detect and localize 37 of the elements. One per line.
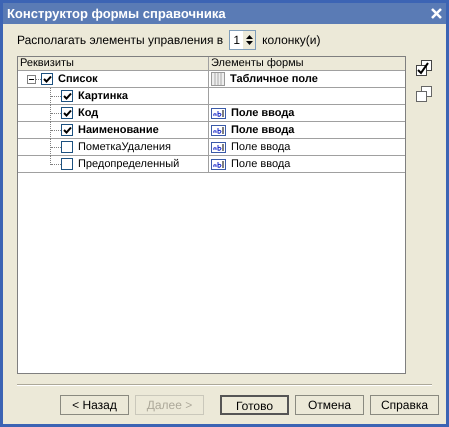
text-field-icon <box>211 108 226 118</box>
text-field-icon <box>211 124 226 136</box>
tree-item-label[interactable]: Наименование <box>78 122 159 138</box>
form-element-label: Поле ввода <box>231 122 294 138</box>
tree-item-label[interactable]: Картинка <box>78 88 128 104</box>
tree-item-label[interactable]: Список <box>58 70 98 88</box>
window-title: Конструктор формы справочника <box>7 4 226 23</box>
collapse-icon[interactable] <box>27 74 36 84</box>
column-count-spinner[interactable]: 1 <box>229 30 256 50</box>
checkbox[interactable] <box>61 124 73 136</box>
column-header[interactable]: Элементы формы <box>209 57 405 70</box>
form-element-label: Поле ввода <box>231 140 290 155</box>
checkbox[interactable] <box>41 73 53 85</box>
column-header[interactable]: Реквизиты <box>18 57 209 70</box>
dialog-button[interactable]: Отмена <box>295 395 364 415</box>
tree-item-label[interactable]: Код <box>78 104 98 122</box>
form-element-label: Поле ввода <box>231 106 294 121</box>
text-field-icon <box>211 142 226 152</box>
form-element-label: Поле ввода <box>231 156 290 172</box>
tree-item-label[interactable]: Предопределенный <box>78 156 180 172</box>
dialog-button[interactable]: Справка <box>370 395 439 415</box>
dialog-button[interactable]: Готово <box>220 395 289 415</box>
text-field-icon <box>211 158 226 170</box>
check-all-icon[interactable] <box>416 60 432 76</box>
close-icon[interactable] <box>431 8 442 19</box>
uncheck-all-icon[interactable] <box>416 86 432 102</box>
columns-label: Располагать элементы управления в <box>17 32 224 49</box>
checkbox[interactable] <box>61 107 73 119</box>
form-element-label: Табличное поле <box>230 72 318 87</box>
up-arrow-icon[interactable] <box>246 35 253 39</box>
down-arrow-icon[interactable] <box>246 41 253 45</box>
columns-suffix: колонку(и) <box>262 32 320 49</box>
dialog-button[interactable]: < Назад <box>60 395 129 415</box>
checkbox[interactable] <box>61 158 73 170</box>
tree-item-label[interactable]: ПометкаУдаления <box>78 138 171 156</box>
checkbox[interactable] <box>61 141 73 153</box>
checkbox[interactable] <box>61 90 73 102</box>
